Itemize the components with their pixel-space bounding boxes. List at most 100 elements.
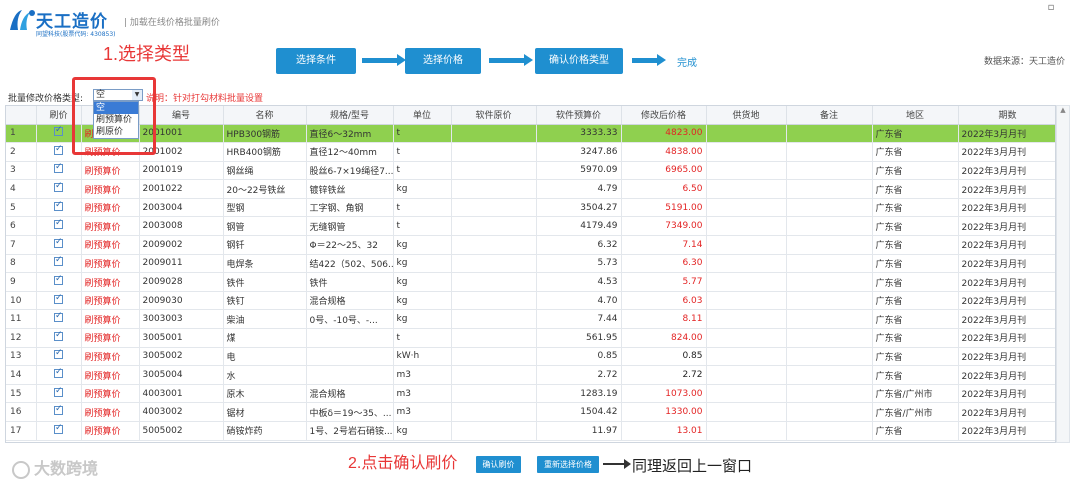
checkbox-checked-icon[interactable] bbox=[54, 125, 63, 137]
checkbox-checked-icon[interactable] bbox=[54, 200, 63, 211]
restore-icon[interactable]: ▫ bbox=[1044, 2, 1058, 14]
table-row[interactable]: 14 刷预算价3005004水 m3 2.722.72 广东省2022年3月月刊 bbox=[6, 365, 1055, 385]
table-row[interactable]: 12 刷预算价3005001煤 t 561.95824.00 广东省2022年3月月刊 bbox=[6, 328, 1055, 348]
table-row[interactable]: 6 刷预算价2003008钢管无缝钢管t 4179.497349.00 广东省2022… bbox=[6, 216, 1055, 237]
row-price-type[interactable]: 刷预算价 bbox=[81, 179, 140, 199]
step-confirm-price-type[interactable]: 确认价格类型 bbox=[535, 48, 623, 74]
reselect-price-button[interactable]: 重新选择价格 bbox=[537, 456, 599, 473]
col-header-name[interactable]: 名称 bbox=[223, 106, 307, 125]
step-select-condition[interactable]: 选择条件 bbox=[276, 48, 356, 74]
table-row[interactable]: 16 刷预算价4003002锯材中板δ＝19～35、...m3 1504.42133… bbox=[6, 402, 1055, 422]
row-price-type[interactable]: 刷预算价 bbox=[81, 161, 140, 181]
col-header-remark[interactable]: 备注 bbox=[786, 106, 873, 125]
checkbox-checked-icon[interactable] bbox=[54, 181, 63, 193]
checkbox-checked-icon[interactable] bbox=[54, 386, 63, 397]
col-header-budget-price[interactable]: 软件预算价 bbox=[536, 106, 622, 125]
confirm-refresh-button[interactable]: 确认刷价 bbox=[476, 456, 521, 473]
close-icon[interactable] bbox=[1062, 2, 1076, 14]
row-checkbox[interactable] bbox=[36, 216, 82, 237]
row-price-type[interactable]: 刷预算价 bbox=[81, 365, 140, 385]
col-header-period[interactable]: 期数 bbox=[958, 106, 1055, 125]
checkbox-checked-icon[interactable] bbox=[54, 348, 63, 360]
table-row[interactable]: 3 刷预算价2001019钢丝绳股丝6-7×19绳径7...t 5970.09696… bbox=[6, 161, 1055, 181]
table-row[interactable]: 9刷预算价2009028铁件铁件kg4.535.77广东省2022年3月月刊 bbox=[6, 272, 1055, 292]
table-row[interactable]: 1刷预算价2001001HPB300钢筋直径6～32mmt3333.334823… bbox=[6, 124, 1055, 144]
row-period: 2022年3月月刊 bbox=[958, 142, 1055, 162]
row-checkbox[interactable] bbox=[36, 328, 82, 348]
row-checkbox[interactable] bbox=[36, 291, 82, 311]
table-row[interactable]: 15 刷预算价4003001原木混合规格m3 1283.191073.00 广东省/广… bbox=[6, 384, 1055, 404]
table-row[interactable]: 13 刷预算价3005002电 kW·h 0.850.85 广东省2022年3月月刊 bbox=[6, 347, 1055, 367]
row-checkbox[interactable] bbox=[36, 365, 82, 385]
checkbox-checked-icon[interactable] bbox=[54, 162, 63, 174]
table-row[interactable]: 2刷预算价2001002HRB400钢筋直径12～40mmt3247.86483… bbox=[6, 142, 1055, 162]
checkbox-checked-icon[interactable] bbox=[54, 404, 63, 416]
scroll-up-icon[interactable]: ▲ bbox=[1057, 106, 1069, 114]
row-code: 2009030 bbox=[139, 291, 224, 311]
dropdown-option[interactable]: 刷预算价 bbox=[94, 114, 138, 126]
row-period: 2022年3月月刊 bbox=[958, 402, 1055, 422]
row-price-type[interactable]: 刷预算价 bbox=[81, 216, 140, 237]
row-price-type[interactable]: 刷预算价 bbox=[81, 235, 140, 255]
row-price-type[interactable]: 刷预算价 bbox=[81, 347, 140, 367]
col-header-orig-price[interactable]: 软件原价 bbox=[451, 106, 537, 125]
row-checkbox[interactable] bbox=[36, 421, 82, 441]
col-header-supply[interactable]: 供货地 bbox=[706, 106, 787, 125]
row-checkbox[interactable] bbox=[36, 198, 82, 218]
table-row[interactable]: 10 刷预算价2009030铁钉混合规格kg 4.706.03 广东省2022年3月月… bbox=[6, 291, 1055, 311]
col-header-region[interactable]: 地区 bbox=[872, 106, 959, 125]
step-select-price[interactable]: 选择价格 bbox=[405, 48, 481, 74]
checkbox-checked-icon[interactable] bbox=[54, 311, 63, 323]
dropdown-option[interactable]: 空 bbox=[94, 102, 138, 114]
row-orig-price bbox=[451, 235, 537, 255]
row-price-type[interactable]: 刷预算价 bbox=[81, 384, 140, 404]
table-row[interactable]: 4 刷预算价200102220～22号铁丝镀锌铁丝kg 4.796.50 广东省202… bbox=[6, 179, 1055, 199]
checkbox-checked-icon[interactable] bbox=[54, 144, 63, 155]
row-checkbox[interactable] bbox=[36, 179, 82, 199]
row-checkbox[interactable] bbox=[36, 402, 82, 422]
checkbox-checked-icon[interactable] bbox=[54, 237, 63, 248]
row-price-type[interactable]: 刷预算价 bbox=[81, 402, 140, 422]
row-price-type[interactable]: 刷预算价 bbox=[81, 328, 140, 348]
row-code: 3005001 bbox=[139, 328, 224, 348]
table-row[interactable]: 7 刷预算价2009002钢钎Φ＝22～25、32kg 6.327.14 广东省202… bbox=[6, 235, 1055, 255]
row-checkbox[interactable] bbox=[36, 272, 82, 292]
checkbox-checked-icon[interactable] bbox=[54, 293, 63, 304]
row-checkbox[interactable] bbox=[36, 235, 82, 255]
row-region: 广东省 bbox=[872, 142, 959, 162]
table-row[interactable]: 11 刷预算价3003003柴油0号、-10号、-...kg 7.448.11 广东省… bbox=[6, 309, 1055, 330]
col-header-unit[interactable]: 单位 bbox=[393, 106, 452, 125]
row-region: 广东省 bbox=[872, 161, 959, 181]
row-region: 广东省 bbox=[872, 179, 959, 199]
row-price-type[interactable]: 刷预算价 bbox=[81, 291, 140, 311]
row-name: 20～22号铁丝 bbox=[223, 179, 307, 199]
row-new-price: 4823.00 bbox=[621, 124, 707, 144]
vertical-scrollbar[interactable]: ▲ bbox=[1056, 105, 1070, 443]
row-period: 2022年3月月刊 bbox=[958, 347, 1055, 367]
checkbox-checked-icon[interactable] bbox=[54, 255, 63, 267]
row-price-type[interactable]: 刷预算价 bbox=[81, 254, 140, 274]
checkbox-checked-icon[interactable] bbox=[54, 330, 63, 341]
row-price-type[interactable]: 刷预算价 bbox=[81, 421, 140, 441]
row-checkbox[interactable] bbox=[36, 309, 82, 330]
row-checkbox[interactable] bbox=[36, 347, 82, 367]
row-price-type[interactable]: 刷预算价 bbox=[81, 272, 140, 292]
dropdown-option[interactable]: 刷原价 bbox=[94, 126, 138, 138]
checkbox-checked-icon[interactable] bbox=[54, 218, 63, 230]
row-checkbox[interactable] bbox=[36, 161, 82, 181]
row-price-type[interactable]: 刷预算价 bbox=[81, 198, 140, 218]
row-code: 2009002 bbox=[139, 235, 224, 255]
row-spec: 股丝6-7×19绳径7... bbox=[306, 161, 394, 181]
checkbox-checked-icon[interactable] bbox=[54, 367, 63, 379]
row-checkbox[interactable] bbox=[36, 254, 82, 274]
table-row[interactable]: 8 刷预算价2009011电焊条结422（502、506...kg 5.736.30… bbox=[6, 254, 1055, 274]
table-row[interactable]: 17 刷预算价5005002硝铵炸药1号、2号岩石硝铵...kg 11.9713.0… bbox=[6, 421, 1055, 441]
table-row[interactable]: 5 刷预算价2003004型钢工字钢、角钢t 3504.275191.00 广东省20… bbox=[6, 198, 1055, 218]
col-header-spec[interactable]: 规格/型号 bbox=[306, 106, 394, 125]
row-spec bbox=[306, 328, 394, 348]
row-checkbox[interactable] bbox=[36, 384, 82, 404]
checkbox-checked-icon[interactable] bbox=[54, 423, 63, 434]
checkbox-checked-icon[interactable] bbox=[54, 274, 63, 286]
row-price-type[interactable]: 刷预算价 bbox=[81, 309, 140, 330]
col-header-new-price[interactable]: 修改后价格 bbox=[621, 106, 707, 125]
